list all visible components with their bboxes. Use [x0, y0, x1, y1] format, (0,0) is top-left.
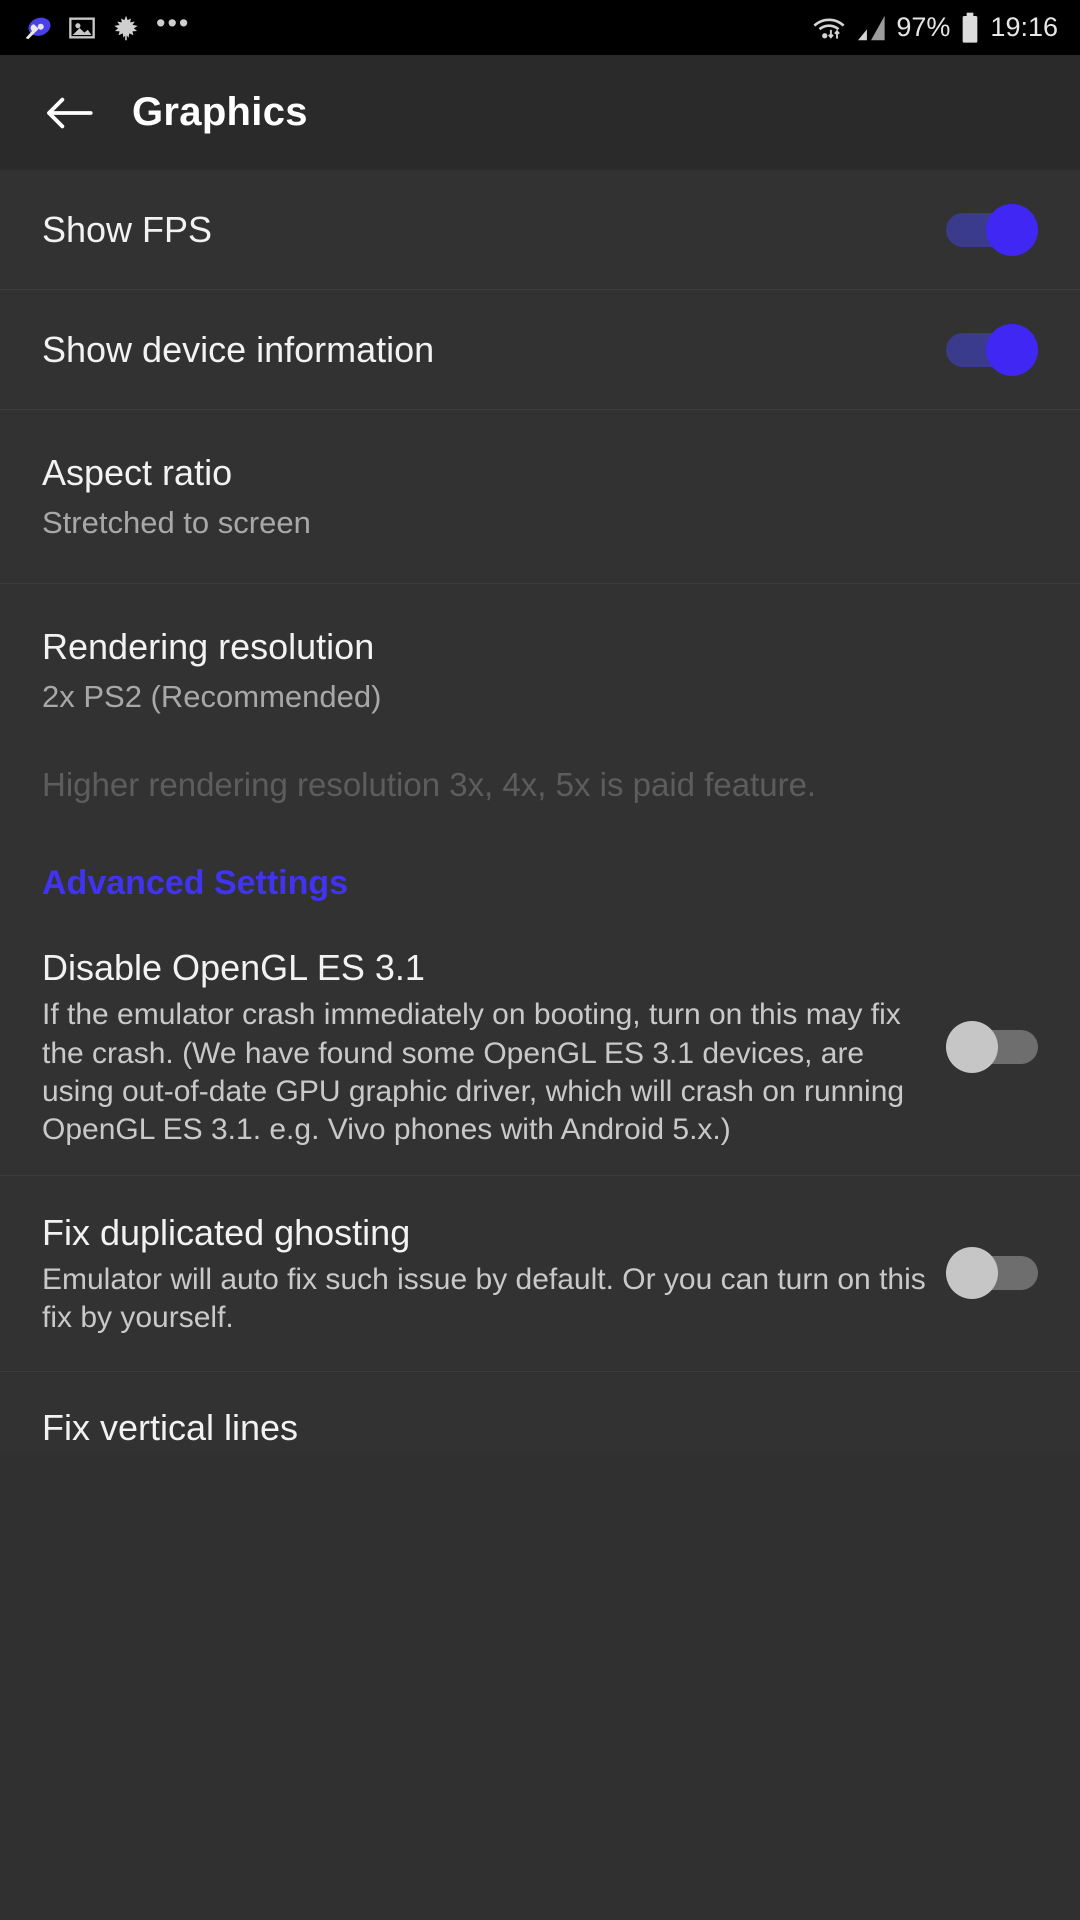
toggle-knob	[986, 203, 1038, 256]
toggle-knob	[946, 1247, 998, 1300]
clock-label: 19:16	[990, 12, 1058, 42]
status-bar: ••• 97% 19:16	[0, 0, 1080, 55]
toggle-show-device-information[interactable]	[946, 323, 1038, 376]
status-overflow-icon: •••	[156, 7, 191, 38]
settings-wrench-icon	[22, 13, 52, 43]
row-text: Fix duplicated ghosting Emulator will au…	[42, 1210, 946, 1337]
status-bar-left-icons: •••	[22, 7, 191, 43]
wifi-icon	[812, 13, 846, 43]
cellular-signal-icon	[856, 14, 886, 42]
toggle-show-fps[interactable]	[946, 203, 1038, 256]
setting-value: Stretched to screen	[42, 505, 311, 540]
battery-percent-label: 97%	[896, 12, 951, 42]
setting-title: Disable OpenGL ES 3.1	[42, 947, 425, 989]
advanced-settings-link[interactable]: Advanced Settings	[42, 806, 1038, 925]
setting-title: Rendering resolution	[42, 626, 375, 668]
back-arrow-icon[interactable]	[40, 84, 98, 142]
setting-row-disable-opengl[interactable]: Disable OpenGL ES 3.1 If the emulator cr…	[0, 925, 1080, 1176]
row-text: Show device information	[42, 327, 946, 372]
row-text: Fix vertical lines	[42, 1405, 1038, 1450]
row-text: Aspect ratio Stretched to screen	[42, 450, 1038, 543]
setting-title: Show device information	[42, 329, 435, 370]
setting-title: Aspect ratio	[42, 452, 233, 493]
setting-row-aspect-ratio[interactable]: Aspect ratio Stretched to screen	[0, 410, 1080, 585]
phone-screen: ••• 97% 19:16 Graphics Show FPS Show dev…	[0, 0, 1080, 1920]
toggle-disable-opengl[interactable]	[946, 1021, 1038, 1074]
setting-title: Show FPS	[42, 209, 213, 250]
toggle-knob	[986, 323, 1038, 376]
setting-title: Fix duplicated ghosting	[42, 1211, 411, 1253]
setting-row-fix-duplicated-ghosting[interactable]: Fix duplicated ghosting Emulator will au…	[0, 1175, 1080, 1373]
setting-description: If the emulator crash immediately on boo…	[42, 998, 905, 1146]
row-text: Rendering resolution 2x PS2 (Recommended…	[42, 624, 1038, 717]
setting-row-show-fps[interactable]: Show FPS	[0, 170, 1080, 290]
setting-title: Fix vertical lines	[42, 1406, 299, 1448]
setting-row-show-device-information[interactable]: Show device information	[0, 290, 1080, 410]
battery-icon	[960, 12, 980, 44]
setting-value: 2x PS2 (Recommended)	[42, 679, 382, 715]
image-icon	[68, 14, 96, 42]
setting-row-partial-bottom[interactable]: Fix vertical lines	[0, 1372, 1080, 1453]
settings-list: Show FPS Show device information Aspect …	[0, 170, 1080, 1453]
page-title: Graphics	[132, 90, 308, 134]
row-text: Show FPS	[42, 207, 946, 252]
maple-leaf-icon	[112, 14, 140, 42]
row-text: Disable OpenGL ES 3.1 If the emulator cr…	[42, 945, 946, 1148]
setting-row-rendering-resolution[interactable]: Rendering resolution 2x PS2 (Recommended…	[0, 584, 1080, 926]
status-bar-right-icons: 97% 19:16	[812, 12, 1058, 44]
toggle-fix-duplicated-ghosting[interactable]	[946, 1247, 1038, 1300]
setting-description: Emulator will auto fix such issue by def…	[42, 1262, 926, 1334]
paid-feature-hint: Higher rendering resolution 3x, 4x, 5x i…	[42, 765, 817, 803]
app-bar: Graphics	[0, 55, 1080, 170]
toggle-knob	[946, 1021, 998, 1074]
